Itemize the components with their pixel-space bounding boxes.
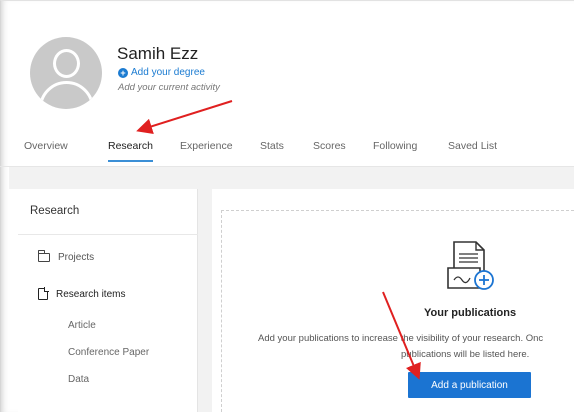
tab-experience[interactable]: Experience [180, 134, 233, 158]
tab-research[interactable]: Research [108, 134, 153, 162]
folder-icon [37, 250, 50, 262]
tab-stats[interactable]: Stats [260, 134, 284, 158]
publications-description-2: publications will be listed here. [401, 349, 530, 360]
avatar-shoulders-shape [39, 81, 94, 109]
sidebar-item-label: Projects [58, 252, 95, 263]
tab-overview[interactable]: Overview [24, 134, 68, 158]
research-sidebar [18, 189, 198, 412]
add-degree-label: Add your degree [131, 67, 205, 78]
publication-add-icon [447, 241, 494, 290]
sidebar-item-projects[interactable]: Projects [37, 250, 95, 263]
sidebar-divider [18, 234, 198, 235]
add-activity-link[interactable]: Add your current activity [118, 82, 220, 93]
sidebar-subitem-data[interactable]: Data [68, 374, 89, 385]
avatar[interactable] [30, 37, 102, 109]
add-publication-button[interactable]: Add a publication [408, 372, 531, 398]
panel-gap [198, 189, 212, 412]
sidebar-item-label: Research items [56, 288, 126, 300]
sidebar-subitem-article[interactable]: Article [68, 320, 96, 331]
avatar-head-shape [53, 49, 80, 78]
sidebar-item-research-items[interactable]: Research items [38, 287, 126, 300]
publications-description: Add your publications to increase the vi… [258, 333, 544, 344]
document-icon [38, 287, 49, 300]
plus-circle-icon: + [118, 67, 128, 78]
profile-name: Samih Ezz [117, 44, 199, 63]
add-degree-link[interactable]: + Add your degree [118, 67, 205, 78]
content-background [9, 167, 574, 189]
tab-scores[interactable]: Scores [313, 134, 346, 158]
tab-saved-list[interactable]: Saved List [448, 134, 497, 158]
publications-title: Your publications [424, 307, 517, 319]
tab-following[interactable]: Following [373, 134, 417, 158]
sidebar-title: Research [30, 205, 80, 217]
sidebar-subitem-conference-paper[interactable]: Conference Paper [68, 347, 149, 358]
